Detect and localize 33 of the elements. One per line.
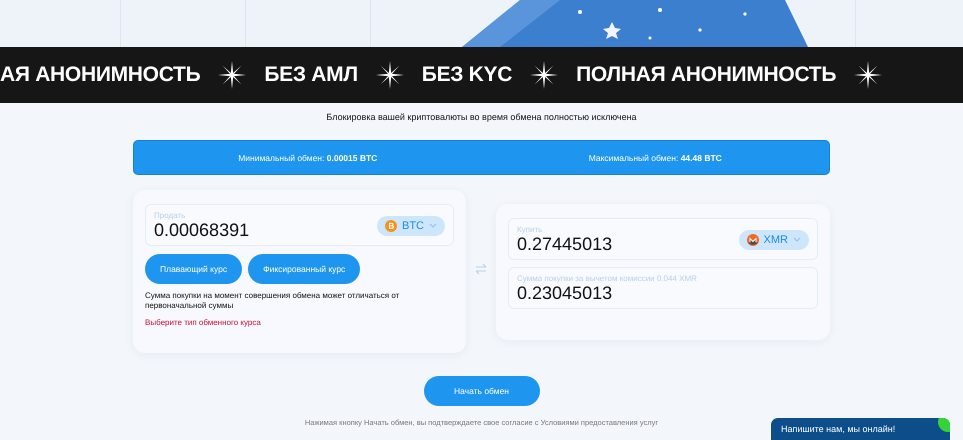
swap-icon[interactable]: [474, 262, 488, 276]
currency-dropdown[interactable]: BTC: [377, 216, 445, 236]
sparkle-icon: [218, 61, 246, 89]
error-text: Выберите тип обменного курса: [145, 318, 262, 327]
field-label: Купить: [517, 225, 544, 234]
rate-note: Сумма покупки на момент совершения обмена может отличаться от первоначальной суммы: [145, 291, 400, 311]
amount-value: 0.00068391: [154, 220, 250, 240]
start-button[interactable]: Начать обмен: [424, 376, 540, 406]
sparkle-icon: [530, 61, 558, 89]
amount-value: 0.23045013: [517, 283, 614, 303]
sparkle-icon: [854, 61, 882, 89]
bitcoin-icon: [385, 220, 397, 232]
limit-text: Минимальный обмен: 0.00015 BTC: [237, 152, 378, 162]
rate-button[interactable]: Фиксированный курс: [248, 254, 360, 284]
buy-field[interactable]: Купить 0.27445013 XMR: [508, 218, 818, 260]
currency-dropdown[interactable]: XMR: [738, 230, 809, 250]
ticker-text: АЯ АНОНИМНОСТЬ: [0, 63, 200, 87]
notice-text: Блокировка вашей криптовалюты во время обмена полностью исключена: [325, 112, 638, 123]
sparkle-icon: [376, 61, 404, 89]
amount-value: 0.27445013: [517, 234, 612, 254]
ticker-text: ПОЛНАЯ АНОНИМНОСТЬ: [576, 63, 836, 87]
field-label: Сумма покупки за вычетом комиссии 0.044 XMR: [517, 274, 697, 283]
chevron-icon: [429, 223, 437, 228]
ticker-text: БЕЗ АМЛ: [264, 63, 358, 87]
rate-button[interactable]: Плавающий курс: [145, 254, 242, 284]
net-field[interactable]: Сумма покупки за вычетом комиссии 0.044 XMR 0.23045013: [508, 267, 818, 309]
monero-icon: [746, 234, 759, 246]
ticker-text: БЕЗ KYC: [422, 63, 512, 87]
limit-text: Максимальный обмен: 44.48 BTC: [588, 152, 723, 162]
chat-widget[interactable]: Напишите нам, мы онлайн!: [771, 418, 950, 440]
field-label: Продать: [154, 211, 186, 220]
sell-field[interactable]: Продать 0.00068391 BTC: [145, 204, 454, 246]
chevron-icon: [793, 237, 801, 242]
